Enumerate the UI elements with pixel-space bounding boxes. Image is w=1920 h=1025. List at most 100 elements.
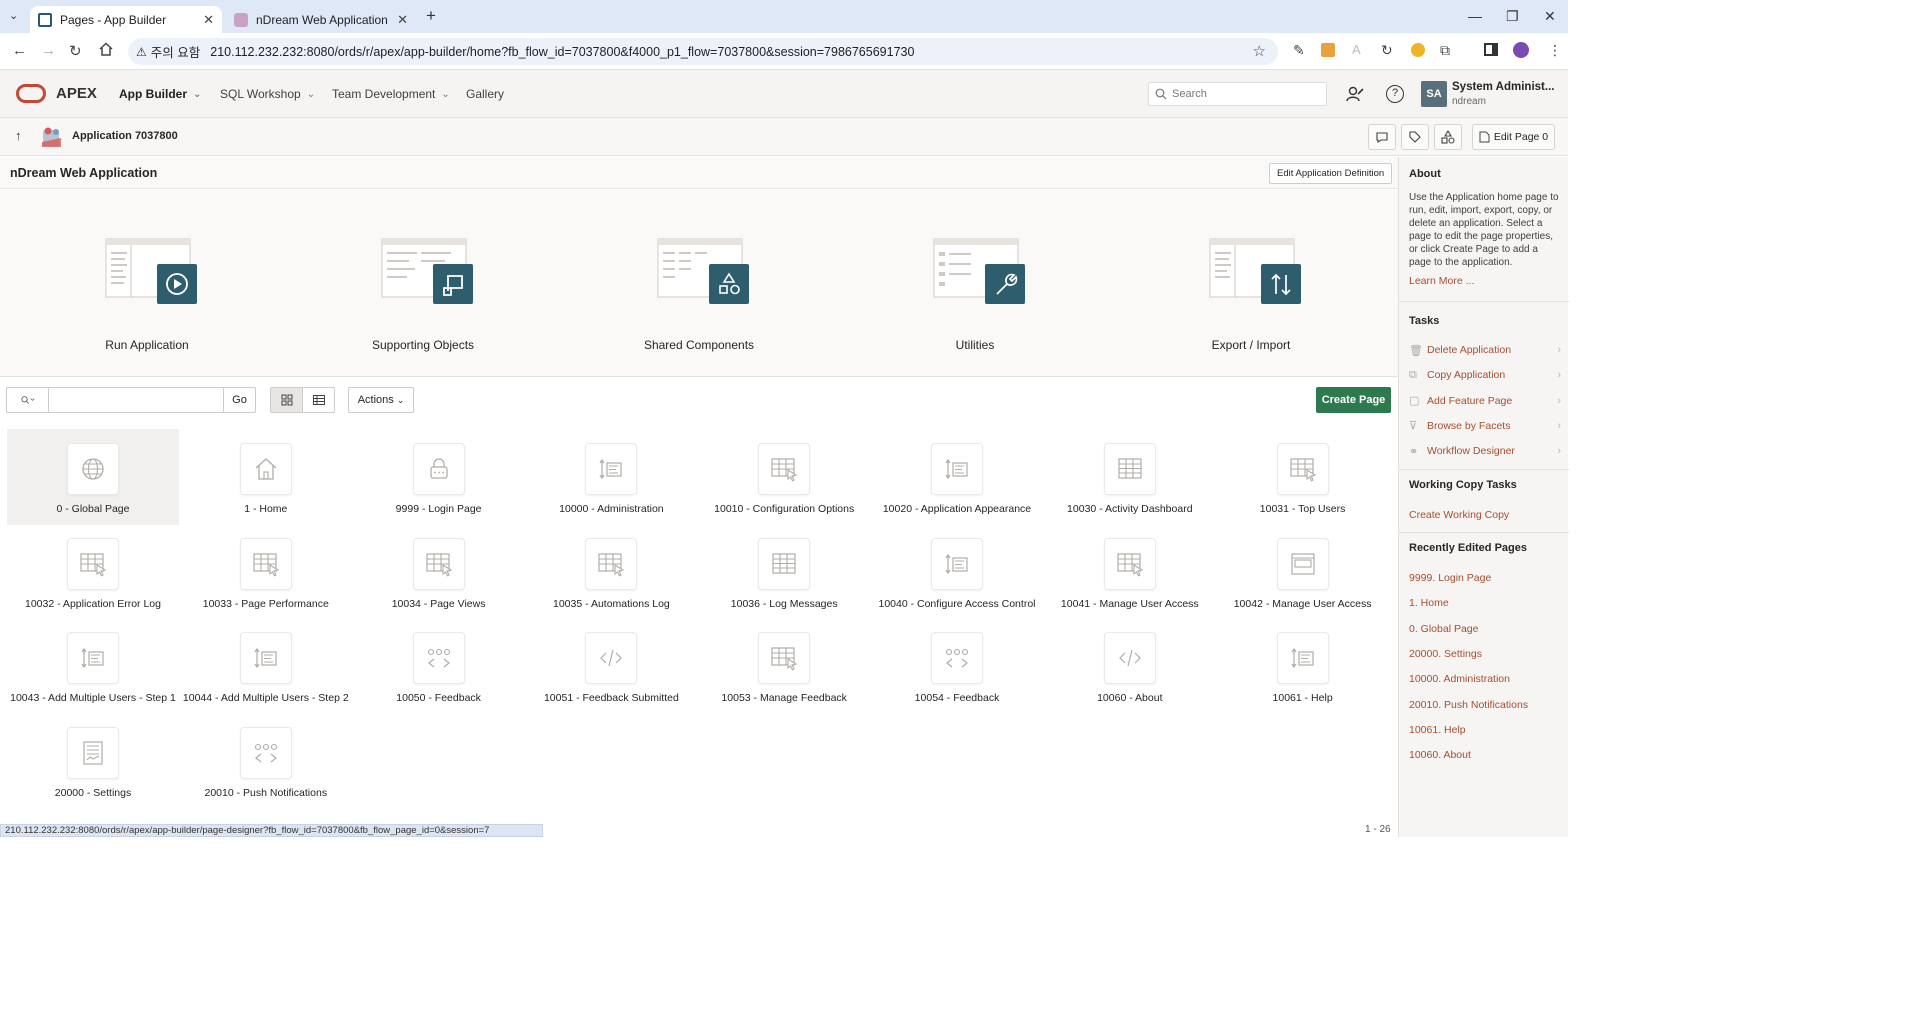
recent-page-link[interactable]: 10060. About bbox=[1409, 749, 1471, 761]
search-input[interactable]: Search bbox=[1148, 82, 1327, 106]
up-arrow-icon[interactable]: ↑ bbox=[15, 128, 22, 143]
task-browse-by-facets[interactable]: ⊽ Browse by Facets › bbox=[1409, 415, 1561, 437]
page-card[interactable]: 10032 - Application Error Log bbox=[7, 524, 179, 620]
right-sidebar: About Use the Application home page to r… bbox=[1398, 157, 1569, 837]
page-card[interactable]: 20000 - Settings bbox=[7, 713, 179, 809]
edit-application-definition-button[interactable]: Edit Application Definition bbox=[1269, 163, 1393, 184]
help-icon[interactable]: ? bbox=[1386, 85, 1404, 103]
page-card-label: 10053 - Manage Feedback bbox=[721, 692, 847, 705]
page-card[interactable]: 10054 - Feedback bbox=[871, 618, 1043, 714]
new-tab-icon[interactable]: + bbox=[426, 6, 436, 26]
page-card[interactable]: 10030 - Activity Dashboard bbox=[1044, 429, 1216, 525]
nav-label: App Builder bbox=[119, 87, 187, 101]
page-card[interactable]: 1 - Home bbox=[180, 429, 352, 525]
page-card[interactable]: 10034 - Page Views bbox=[353, 524, 525, 620]
nav-sql-workshop[interactable]: SQL Workshop ⌄ bbox=[220, 87, 315, 101]
page-card[interactable]: 9999 - Login Page bbox=[353, 429, 525, 525]
search-placeholder: Search bbox=[1172, 88, 1207, 100]
task-add-feature-page[interactable]: ▢ Add Feature Page › bbox=[1409, 390, 1561, 412]
actions-menu-button[interactable]: Actions ⌄ bbox=[348, 387, 414, 413]
page-card[interactable]: 0 - Global Page bbox=[7, 429, 179, 525]
tag-button[interactable] bbox=[1401, 124, 1429, 150]
run-application-illustration bbox=[105, 238, 197, 308]
reload-icon[interactable]: ↻ bbox=[69, 42, 82, 60]
restore-icon[interactable]: ❐ bbox=[1506, 8, 1519, 25]
recent-page-link[interactable]: 10000. Administration bbox=[1409, 673, 1510, 685]
learn-more-link[interactable]: Learn More ... bbox=[1409, 275, 1474, 287]
extension-coin-icon[interactable] bbox=[1411, 43, 1425, 57]
recent-page-link[interactable]: 9999. Login Page bbox=[1409, 572, 1491, 584]
page-card[interactable]: 10060 - About bbox=[1044, 618, 1216, 714]
page-card[interactable]: 10041 - Manage User Access bbox=[1044, 524, 1216, 620]
tab-list-chevron-icon[interactable]: ⌄ bbox=[9, 9, 18, 22]
shared-components-button[interactable] bbox=[1434, 124, 1462, 150]
page-card[interactable]: 10044 - Add Multiple Users - Step 2 bbox=[180, 618, 352, 714]
extension-sync-icon[interactable]: ↻ bbox=[1381, 42, 1393, 59]
window-close-icon[interactable]: ✕ bbox=[1544, 8, 1556, 25]
create-page-button[interactable]: Create Page bbox=[1316, 387, 1391, 413]
minimize-icon[interactable]: — bbox=[1468, 8, 1482, 24]
task-label: Workflow Designer bbox=[1427, 445, 1515, 458]
nav-team-development[interactable]: Team Development ⌄ bbox=[332, 87, 450, 101]
create-working-copy-link[interactable]: Create Working Copy bbox=[1409, 509, 1509, 521]
browser-tab-pages[interactable]: Pages - App Builder ✕ bbox=[30, 6, 222, 33]
task-workflow-designer[interactable]: ⚭ Workflow Designer › bbox=[1409, 440, 1561, 462]
feedback-button[interactable] bbox=[1368, 124, 1396, 150]
page-card[interactable]: 20010 - Push Notifications bbox=[180, 713, 352, 809]
browser-tab-ndream[interactable]: nDream Web Application ✕ bbox=[226, 6, 416, 33]
code-icon bbox=[1103, 632, 1156, 685]
page-card[interactable]: 10033 - Page Performance bbox=[180, 524, 352, 620]
address-bar[interactable]: ⚠ 주의 요함 210.112.232.232:8080/ords/r/apex… bbox=[128, 38, 1278, 65]
sidepanel-icon[interactable] bbox=[1484, 43, 1498, 56]
edit-page-button[interactable]: Edit Page 0 bbox=[1472, 124, 1555, 150]
go-button[interactable]: Go bbox=[223, 387, 256, 413]
page-card[interactable]: 10053 - Manage Feedback bbox=[698, 618, 870, 714]
page-card[interactable]: 10031 - Top Users bbox=[1217, 429, 1389, 525]
close-tab-icon[interactable]: ✕ bbox=[203, 12, 214, 28]
user-name[interactable]: System Administ... bbox=[1452, 81, 1554, 93]
recent-page-link[interactable]: 20000. Settings bbox=[1409, 648, 1482, 660]
page-card[interactable]: 10010 - Configuration Options bbox=[698, 429, 870, 525]
nav-app-builder[interactable]: App Builder ⌄ bbox=[119, 87, 201, 101]
extension-red-icon[interactable] bbox=[1321, 43, 1335, 57]
report-view-button[interactable] bbox=[302, 387, 335, 413]
forward-icon[interactable]: → bbox=[41, 42, 56, 59]
page-card[interactable]: 10036 - Log Messages bbox=[698, 524, 870, 620]
apex-brand[interactable]: APEX bbox=[56, 85, 97, 102]
page-card[interactable]: 10051 - Feedback Submitted bbox=[525, 618, 697, 714]
recent-page-link[interactable]: 20010. Push Notifications bbox=[1409, 699, 1528, 711]
task-delete-application[interactable]: 🗑 Delete Application › bbox=[1409, 339, 1561, 361]
browser-menu-icon[interactable]: ⋮ bbox=[1548, 42, 1562, 59]
report-icon bbox=[1276, 443, 1329, 495]
back-icon[interactable]: ← bbox=[12, 42, 27, 59]
task-copy-application[interactable]: ⧉ Copy Application › bbox=[1409, 364, 1561, 386]
application-label[interactable]: Application 7037800 bbox=[72, 130, 178, 142]
page-card[interactable]: 10035 - Automations Log bbox=[525, 524, 697, 620]
search-column-selector[interactable] bbox=[6, 387, 48, 413]
task-label: Copy Application bbox=[1427, 369, 1506, 382]
page-card-label: 10051 - Feedback Submitted bbox=[543, 692, 679, 705]
page-card[interactable]: 10040 - Configure Access Control bbox=[871, 524, 1043, 620]
page-card[interactable]: 10042 - Manage User Access bbox=[1217, 524, 1389, 620]
oracle-logo-icon[interactable] bbox=[16, 84, 46, 103]
bookmark-star-icon[interactable]: ☆ bbox=[1253, 42, 1266, 60]
icon-view-button[interactable] bbox=[270, 387, 303, 413]
extensions-puzzle-icon[interactable]: ⧉ bbox=[1440, 42, 1450, 59]
home-icon[interactable] bbox=[98, 41, 114, 57]
page-card[interactable]: 10000 - Administration bbox=[525, 429, 697, 525]
extension-a-icon[interactable]: A bbox=[1352, 42, 1361, 57]
recent-page-link[interactable]: 1. Home bbox=[1409, 597, 1449, 609]
search-field[interactable] bbox=[48, 387, 224, 413]
nav-gallery[interactable]: Gallery bbox=[466, 87, 504, 101]
recent-page-link[interactable]: 0. Global Page bbox=[1409, 623, 1478, 635]
page-card[interactable]: 10050 - Feedback bbox=[353, 618, 525, 714]
page-card[interactable]: 10020 - Application Appearance bbox=[871, 429, 1043, 525]
extension-pen-icon[interactable]: ✎ bbox=[1293, 42, 1305, 59]
close-tab-icon[interactable]: ✕ bbox=[397, 12, 408, 28]
avatar[interactable]: SA bbox=[1421, 81, 1447, 107]
page-card[interactable]: 10061 - Help bbox=[1217, 618, 1389, 714]
recent-page-link[interactable]: 10061. Help bbox=[1409, 724, 1466, 736]
profile-avatar-icon[interactable] bbox=[1513, 42, 1529, 58]
page-card[interactable]: 10043 - Add Multiple Users - Step 1 bbox=[7, 618, 179, 714]
administration-icon[interactable] bbox=[1346, 85, 1364, 103]
